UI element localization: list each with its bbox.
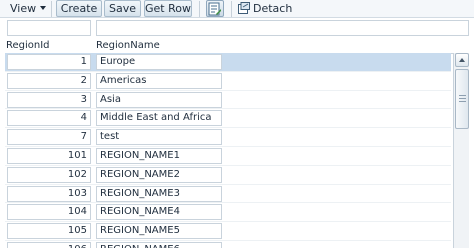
toolbar-divider xyxy=(231,1,232,17)
region-name-cell[interactable]: Americas xyxy=(96,72,222,89)
table-body: 1 Europe 2 Americas 3 Asia 4 Middle East and Af… xyxy=(5,53,451,248)
toolbar: View Create Save Get Row Detach xyxy=(0,0,474,18)
chevron-down-icon xyxy=(40,6,47,10)
query-by-example-row xyxy=(5,20,469,37)
region-name-cell[interactable]: REGION_NAME5 xyxy=(96,223,222,240)
region-name-cell[interactable]: Middle East and Africa xyxy=(96,110,222,127)
table-row[interactable]: 7 test xyxy=(5,128,451,147)
grip-line xyxy=(459,98,466,99)
region-name-cell[interactable]: REGION_NAME3 xyxy=(96,185,222,202)
detach-icon xyxy=(238,2,250,14)
table-row[interactable]: 3 Asia xyxy=(5,91,451,110)
region-id-cell[interactable]: 7 xyxy=(7,129,91,146)
region-id-cell[interactable]: 1 xyxy=(7,54,91,70)
region-id-cell[interactable]: 4 xyxy=(7,110,91,127)
region-name-cell[interactable]: REGION_NAME4 xyxy=(96,204,222,221)
region-id-cell[interactable]: 104 xyxy=(7,204,91,221)
table-row[interactable]: 104 REGION_NAME4 xyxy=(5,203,451,223)
region-name-cell[interactable]: REGION_NAME6 xyxy=(96,241,222,248)
table-row[interactable]: 103 REGION_NAME3 xyxy=(5,185,451,204)
detach-button[interactable]: Detach xyxy=(238,1,292,17)
region-name-cell[interactable]: Asia xyxy=(96,91,222,108)
detach-label: Detach xyxy=(253,2,293,15)
grip-line xyxy=(459,95,466,96)
region-name-cell[interactable]: REGION_NAME2 xyxy=(96,166,222,183)
scroll-thumb[interactable] xyxy=(455,69,469,129)
table-row[interactable]: 105 REGION_NAME5 xyxy=(5,222,451,241)
region-id-cell[interactable]: 2 xyxy=(7,72,91,89)
view-menu-label: View xyxy=(10,2,37,15)
get-row-button[interactable]: Get Row xyxy=(144,0,192,17)
table-row[interactable]: 102 REGION_NAME2 xyxy=(5,166,451,185)
region-id-cell[interactable]: 105 xyxy=(7,223,91,240)
grip-line xyxy=(459,101,466,102)
column-header-region-id[interactable]: RegionId xyxy=(6,39,50,53)
region-name-cell[interactable]: test xyxy=(96,129,222,146)
region-id-cell[interactable]: 101 xyxy=(7,147,91,164)
table-row[interactable]: 1 Europe xyxy=(5,53,451,72)
region-id-filter-input[interactable] xyxy=(7,20,91,36)
toolbar-divider xyxy=(51,1,52,17)
region-name-filter-input[interactable] xyxy=(96,20,469,36)
edit-form-icon[interactable] xyxy=(206,0,224,17)
table-row[interactable]: 106 REGION_NAME6 xyxy=(5,241,451,248)
region-id-cell[interactable]: 102 xyxy=(7,166,91,183)
create-button[interactable]: Create xyxy=(56,0,102,17)
region-name-cell[interactable]: Europe xyxy=(96,54,222,70)
region-name-cell[interactable]: REGION_NAME1 xyxy=(96,147,222,164)
table-row[interactable]: 2 Americas xyxy=(5,72,451,91)
toolbar-divider xyxy=(199,1,200,17)
view-menu[interactable]: View xyxy=(10,2,47,16)
table-row[interactable]: 101 REGION_NAME1 xyxy=(5,147,451,166)
scroll-up-arrow-icon[interactable] xyxy=(455,53,469,67)
region-id-cell[interactable]: 103 xyxy=(7,185,91,202)
vertical-scrollbar[interactable] xyxy=(453,53,469,248)
region-id-cell[interactable]: 106 xyxy=(7,241,91,248)
save-button[interactable]: Save xyxy=(104,0,141,17)
region-id-cell[interactable]: 3 xyxy=(7,91,91,108)
column-header-region-name[interactable]: RegionName xyxy=(96,39,160,53)
table-row[interactable]: 4 Middle East and Africa xyxy=(5,109,451,129)
